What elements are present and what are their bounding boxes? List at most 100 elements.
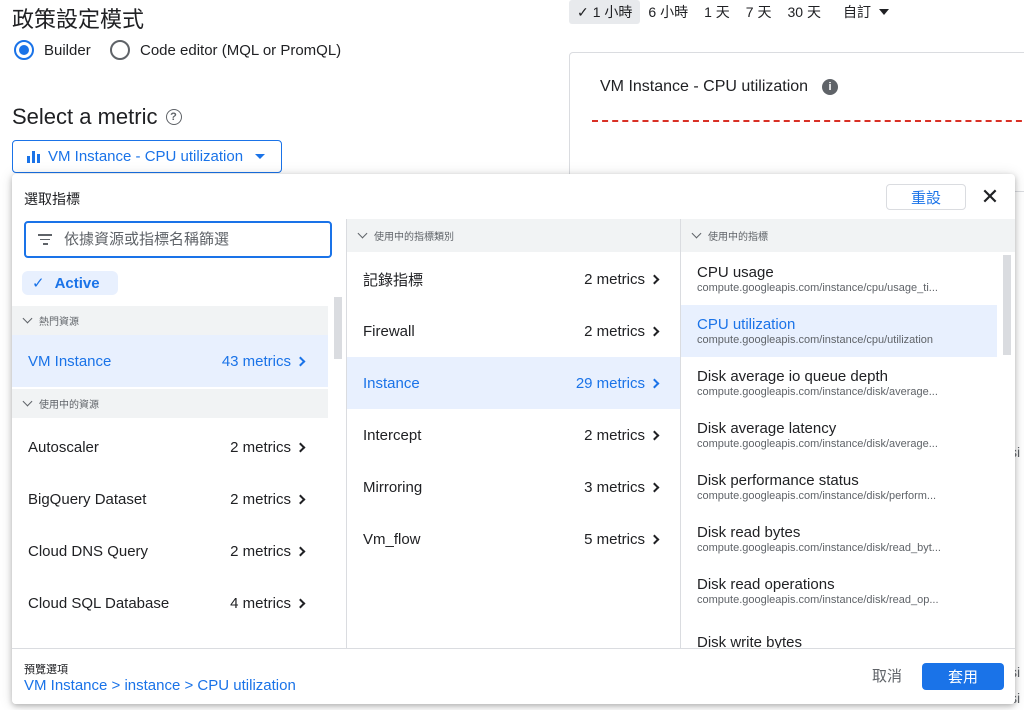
section-header-label: 熱門資源 (39, 317, 79, 328)
category-item-label: Instance (363, 374, 420, 392)
resource-item-vm-instance[interactable]: VM Instance 43 metrics (12, 335, 328, 387)
reset-button[interactable]: 重設 (886, 184, 966, 210)
metric-item-title: Disk average latency (697, 420, 837, 437)
select-metric-title-text: Select a metric (12, 104, 158, 129)
metric-item-path: compute.googleapis.com/instance/disk/ave… (697, 386, 938, 398)
filter-field[interactable] (24, 221, 332, 258)
popular-resources-header[interactable]: 熱門資源 (12, 306, 328, 335)
metric-item-path: compute.googleapis.com/instance/disk/ave… (697, 438, 938, 450)
metric-item[interactable]: Disk average latency compute.googleapis.… (681, 409, 997, 461)
category-item[interactable]: 記錄指標 2 metrics (347, 253, 680, 305)
metric-item-title: Disk performance status (697, 472, 859, 489)
time-range-1d[interactable]: 1 天 (696, 0, 738, 24)
metric-item[interactable]: Disk write bytes (681, 617, 997, 649)
chevron-down-icon (691, 228, 702, 239)
category-item-count: 2 metrics (584, 271, 680, 288)
resource-item-label: VM Instance (28, 352, 112, 370)
apply-button[interactable]: 套用 (922, 663, 1004, 690)
filter-input[interactable] (64, 231, 304, 248)
category-item[interactable]: Vm_flow 5 metrics (347, 513, 680, 565)
resource-item-autoscaler[interactable]: Autoscaler 2 metrics (12, 421, 328, 473)
count-text: 4 metrics (230, 594, 291, 612)
time-range-1h-label: 1 小時 (592, 4, 633, 20)
chevron-right-icon (649, 378, 660, 388)
code-editor-radio-label: Code editor (MQL or PromQL) (140, 41, 342, 59)
metric-item-path: compute.googleapis.com/instance/disk/rea… (697, 594, 939, 606)
metric-item[interactable]: CPU usage compute.googleapis.com/instanc… (681, 253, 997, 305)
chevron-down-icon (22, 313, 33, 324)
chevron-right-icon (649, 274, 660, 284)
time-range-custom[interactable]: 自訂 (835, 0, 897, 24)
resource-item-cloud-sql-database[interactable]: Cloud SQL Database 4 metrics (12, 577, 328, 629)
resource-item-label: Cloud SQL Database (28, 594, 170, 612)
cancel-button[interactable]: 取消 (872, 665, 902, 686)
category-item[interactable]: Mirroring 3 metrics (347, 461, 680, 513)
category-item[interactable]: Intercept 2 metrics (347, 409, 680, 461)
metric-item[interactable]: Disk read operations compute.googleapis.… (681, 565, 997, 617)
section-header-label: 使用中的指標類別 (374, 232, 454, 243)
chart-title: VM Instance - CPU utilization i (600, 78, 839, 96)
code-editor-radio[interactable]: Code editor (MQL or PromQL) (110, 40, 341, 60)
metric-item[interactable]: Disk average io queue depth compute.goog… (681, 357, 997, 409)
dialog-footer: 預覽選項 VM Instance > instance > CPU utiliz… (12, 648, 1015, 704)
chevron-right-icon (649, 482, 660, 492)
category-item-label: Firewall (363, 322, 415, 340)
scrollbar-thumb[interactable] (1003, 255, 1011, 355)
scrollbar-thumb[interactable] (334, 297, 342, 359)
resource-item-cloud-dns-query[interactable]: Cloud DNS Query 2 metrics (12, 525, 328, 577)
metric-item-title: Disk write bytes (697, 634, 803, 649)
metric-item-title: Disk read bytes (697, 524, 801, 541)
chevron-right-icon (649, 534, 660, 544)
resource-item-label: Autoscaler (28, 438, 99, 456)
close-icon[interactable]: ✕ (978, 184, 1002, 210)
page-title: 政策設定模式 (12, 7, 145, 32)
help-icon[interactable]: ? (165, 109, 182, 125)
time-range-30d[interactable]: 30 天 (779, 0, 828, 24)
metric-item-title: CPU usage (697, 264, 774, 281)
radio-selected-icon (14, 40, 34, 60)
count-text: 2 metrics (230, 490, 291, 508)
threshold-line (592, 120, 1024, 122)
time-range-7d[interactable]: 7 天 (738, 0, 780, 24)
category-item-label: 記錄指標 (363, 271, 424, 289)
metric-item-path: compute.googleapis.com/instance/cpu/usag… (697, 282, 938, 294)
metric-item[interactable]: Disk performance status compute.googleap… (681, 461, 997, 513)
category-item-instance[interactable]: Instance 29 metrics (347, 357, 680, 409)
resource-item-bigquery-dataset[interactable]: BigQuery Dataset 2 metrics (12, 473, 328, 525)
category-column-header[interactable]: 使用中的指標類別 (347, 219, 680, 252)
radio-unselected-icon (110, 40, 130, 60)
time-range-1h[interactable]: ✓ 1 小時 (569, 0, 641, 24)
metric-item-cpu-utilization[interactable]: CPU utilization compute.googleapis.com/i… (681, 305, 997, 357)
chart-title-text: VM Instance - CPU utilization (600, 78, 809, 95)
in-use-resources-header[interactable]: 使用中的資源 (12, 389, 328, 418)
chevron-right-icon (295, 598, 306, 608)
builder-radio[interactable]: Builder (14, 40, 91, 60)
chevron-right-icon (649, 326, 660, 336)
preview-path-link[interactable]: VM Instance > instance > CPU utilization (24, 677, 296, 694)
metric-item[interactable]: Disk read bytes compute.googleapis.com/i… (681, 513, 997, 565)
category-item-count: 2 metrics (584, 427, 680, 444)
count-text: 5 metrics (584, 530, 645, 548)
resource-item-count: 2 metrics (230, 543, 328, 560)
active-chip-label: Active (54, 274, 100, 292)
metric-item-title: CPU utilization (697, 316, 796, 333)
chevron-right-icon (295, 494, 306, 504)
time-range-6h[interactable]: 6 小時 (640, 0, 696, 24)
metric-dropdown[interactable]: VM Instance - CPU utilization (12, 140, 282, 173)
select-metric-heading: Select a metric ? (12, 104, 182, 130)
count-text: 2 metrics (584, 426, 645, 444)
metric-item-path: compute.googleapis.com/instance/disk/per… (697, 490, 937, 502)
resource-column: ✓ Active 熱門資源 VM Instance 43 metrics 使用中… (12, 219, 346, 649)
count-text: 29 metrics (575, 374, 645, 392)
chevron-right-icon (295, 442, 306, 452)
metric-item-path: compute.googleapis.com/instance/cpu/util… (697, 334, 934, 346)
active-filter-chip[interactable]: ✓ Active (22, 271, 118, 295)
category-item[interactable]: Firewall 2 metrics (347, 305, 680, 357)
category-column: 使用中的指標類別 記錄指標 2 metrics Firewall 2 metri… (346, 219, 681, 649)
category-item-count: 29 metrics (576, 375, 680, 392)
bar-chart-icon (27, 150, 40, 163)
metric-column: 使用中的指標 CPU usage compute.googleapis.com/… (681, 219, 1015, 649)
info-icon[interactable]: i (822, 79, 839, 95)
metric-column-header[interactable]: 使用中的指標 (681, 219, 1015, 252)
time-range-selector: ✓ 1 小時 6 小時 1 天 7 天 30 天 自訂 (569, 0, 897, 24)
